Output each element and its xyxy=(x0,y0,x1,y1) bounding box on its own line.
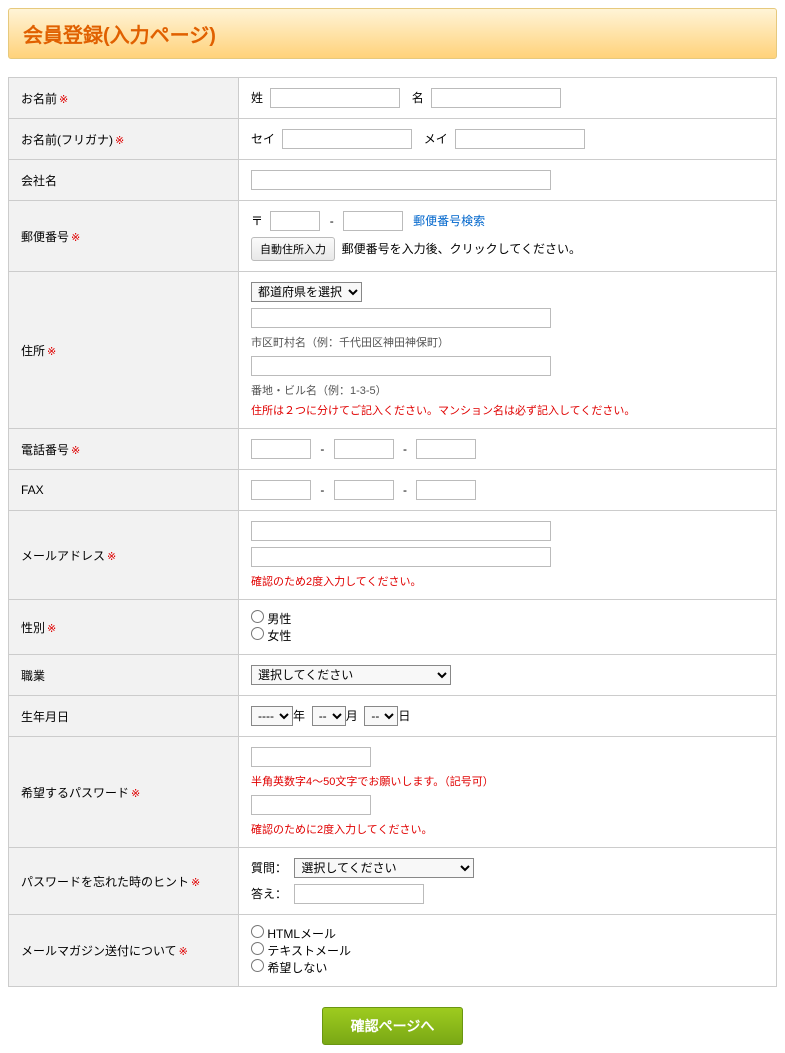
mailmag-none-radio[interactable] xyxy=(251,959,264,972)
sei-kana-label: セイ xyxy=(251,132,275,146)
label-name: お名前※ xyxy=(9,78,239,119)
company-input[interactable] xyxy=(251,170,551,190)
field-job: 選択してください xyxy=(239,655,777,696)
street-input[interactable] xyxy=(251,356,551,376)
mei-label: 名 xyxy=(412,91,424,105)
zip-sep: - xyxy=(330,214,334,228)
hint-question-select[interactable]: 選択してください xyxy=(294,858,474,878)
mailmag-none-option[interactable]: 希望しない xyxy=(251,961,327,975)
city-note: 市区町村名（例：千代田区神田神保町） xyxy=(251,334,764,350)
zip-mark: 〒 xyxy=(251,214,263,228)
label-kana: お名前(フリガナ)※ xyxy=(9,119,239,160)
field-email: 確認のため2度入力してください。 xyxy=(239,511,777,600)
hint-a-label: 答え： xyxy=(251,887,287,901)
label-email: メールアドレス※ xyxy=(9,511,239,600)
field-name: 姓 名 xyxy=(239,78,777,119)
field-mailmag: HTMLメール テキストメール 希望しない xyxy=(239,915,777,987)
label-company: 会社名 xyxy=(9,160,239,201)
birth-day-select[interactable]: -- xyxy=(364,706,398,726)
password-input[interactable] xyxy=(251,747,371,767)
hint-q-label: 質問： xyxy=(251,861,287,875)
job-select[interactable]: 選択してください xyxy=(251,665,451,685)
mailmag-html-radio[interactable] xyxy=(251,925,264,938)
sei-label: 姓 xyxy=(251,91,263,105)
registration-form: お名前※ 姓 名 お名前(フリガナ)※ セイ メイ 会社名 郵便番号※ 〒 - xyxy=(8,77,777,987)
field-password: 半角英数字4〜50文字でお願いします。（記号可） 確認のために2度入力してくださ… xyxy=(239,737,777,848)
gender-female-radio[interactable] xyxy=(251,627,264,640)
gender-female-option[interactable]: 女性 xyxy=(251,629,291,643)
label-hint: パスワードを忘れた時のヒント※ xyxy=(9,848,239,915)
password-note2: 確認のために2度入力してください。 xyxy=(251,821,764,837)
fax2-input[interactable] xyxy=(334,480,394,500)
field-address: 都道府県を選択 市区町村名（例：千代田区神田神保町） 番地・ビル名（例：1-3-… xyxy=(239,272,777,429)
zip1-input[interactable] xyxy=(270,211,320,231)
field-birth: ----年 --月 --日 xyxy=(239,696,777,737)
field-hint: 質問： 選択してください 答え： xyxy=(239,848,777,915)
field-tel: - - xyxy=(239,429,777,470)
birth-year-select[interactable]: ---- xyxy=(251,706,293,726)
page-header: 会員登録(入力ページ) xyxy=(8,8,777,59)
tel3-input[interactable] xyxy=(416,439,476,459)
prefecture-select[interactable]: 都道府県を選択 xyxy=(251,282,362,302)
tel2-input[interactable] xyxy=(334,439,394,459)
field-fax: - - xyxy=(239,470,777,511)
label-password: 希望するパスワード※ xyxy=(9,737,239,848)
label-fax: FAX xyxy=(9,470,239,511)
mei-kana-input[interactable] xyxy=(455,129,585,149)
auto-address-note: 郵便番号を入力後、クリックしてください。 xyxy=(342,242,581,256)
tel1-input[interactable] xyxy=(251,439,311,459)
submit-button[interactable]: 確認ページへ xyxy=(322,1007,464,1045)
hint-answer-input[interactable] xyxy=(294,884,424,904)
sei-input[interactable] xyxy=(270,88,400,108)
field-zip: 〒 - 郵便番号検索 自動住所入力 郵便番号を入力後、クリックしてください。 xyxy=(239,201,777,272)
zip2-input[interactable] xyxy=(343,211,403,231)
mailmag-text-radio[interactable] xyxy=(251,942,264,955)
label-birth: 生年月日 xyxy=(9,696,239,737)
mei-kana-label: メイ xyxy=(424,132,448,146)
mailmag-html-option[interactable]: HTMLメール xyxy=(251,927,336,941)
label-mailmag: メールマガジン送付について※ xyxy=(9,915,239,987)
label-zip: 郵便番号※ xyxy=(9,201,239,272)
gender-male-radio[interactable] xyxy=(251,610,264,623)
email-note: 確認のため2度入力してください。 xyxy=(251,573,764,589)
password-confirm-input[interactable] xyxy=(251,795,371,815)
auto-address-button[interactable]: 自動住所入力 xyxy=(251,237,335,261)
submit-area: 確認ページへ xyxy=(8,1007,777,1045)
email-confirm-input[interactable] xyxy=(251,547,551,567)
fax3-input[interactable] xyxy=(416,480,476,500)
city-input[interactable] xyxy=(251,308,551,328)
fax1-input[interactable] xyxy=(251,480,311,500)
sei-kana-input[interactable] xyxy=(282,129,412,149)
label-gender: 性別※ xyxy=(9,600,239,655)
label-job: 職業 xyxy=(9,655,239,696)
address-warning: 住所は２つに分けてご記入ください。マンション名は必ず記入してください。 xyxy=(251,402,764,418)
street-note: 番地・ビル名（例：1-3-5） xyxy=(251,382,764,398)
birth-month-select[interactable]: -- xyxy=(312,706,346,726)
field-gender: 男性 女性 xyxy=(239,600,777,655)
email-input[interactable] xyxy=(251,521,551,541)
gender-male-option[interactable]: 男性 xyxy=(251,612,291,626)
field-kana: セイ メイ xyxy=(239,119,777,160)
mailmag-text-option[interactable]: テキストメール xyxy=(251,944,351,958)
label-tel: 電話番号※ xyxy=(9,429,239,470)
zip-search-link[interactable]: 郵便番号検索 xyxy=(413,214,485,228)
page-title: 会員登録(入力ページ) xyxy=(23,19,762,48)
mei-input[interactable] xyxy=(431,88,561,108)
password-note1: 半角英数字4〜50文字でお願いします。（記号可） xyxy=(251,773,764,789)
label-address: 住所※ xyxy=(9,272,239,429)
field-company xyxy=(239,160,777,201)
